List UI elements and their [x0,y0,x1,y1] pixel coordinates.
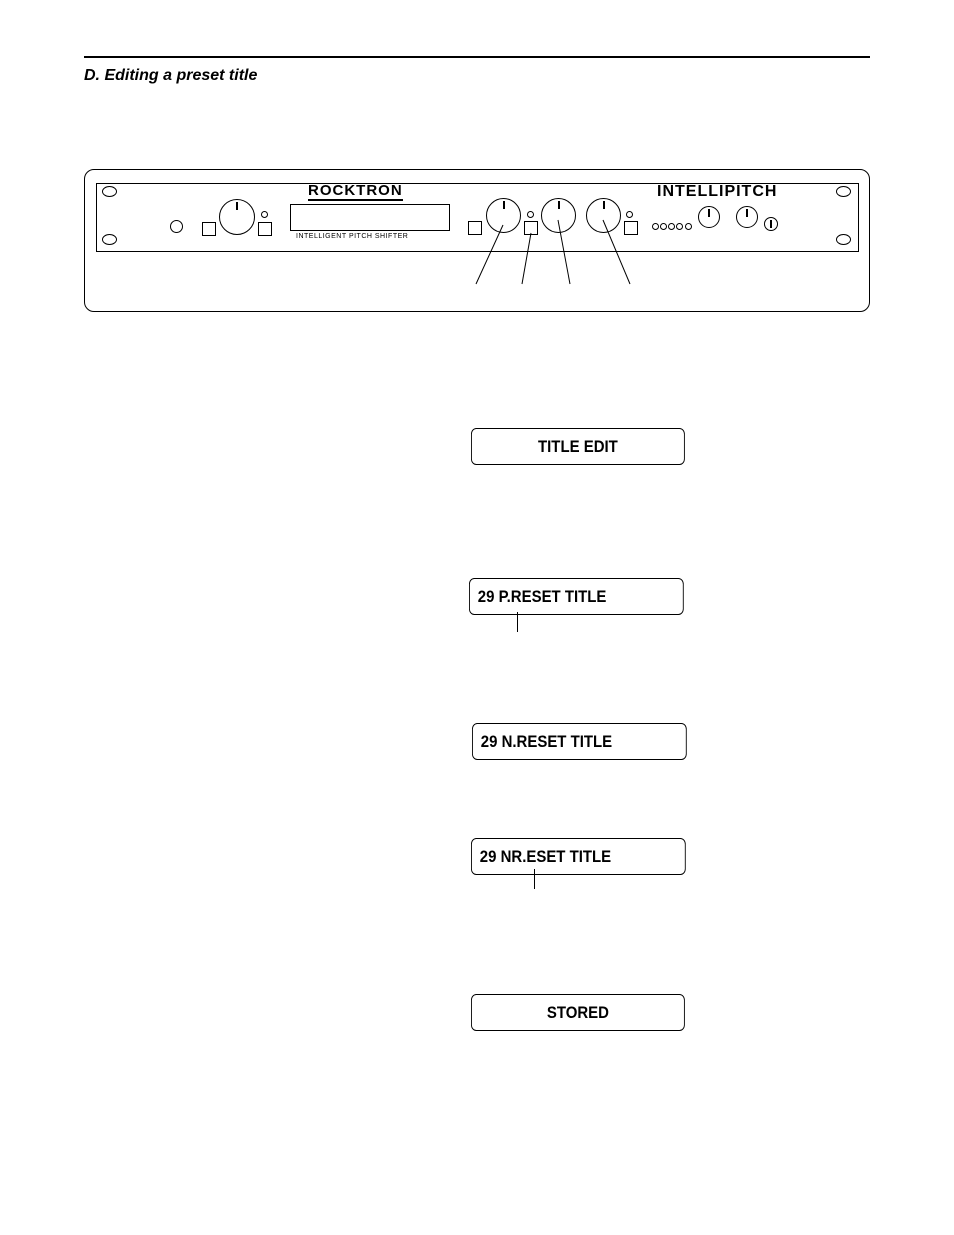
manual-page: D. Editing a preset title ROCKTRON INTEL… [0,0,954,1235]
lcd-display: TITLE EDIT [471,428,685,465]
lcd-text: TITLE EDIT [538,437,618,456]
lcd-display: STORED [471,994,685,1031]
lcd-text: STORED [546,1003,609,1022]
callout-leaders [475,219,631,285]
cursor-indicator [517,612,519,632]
lcd-display: 29 N.RESET TITLE [472,723,687,760]
lcd-display: 29 P.RESET TITLE [469,578,684,615]
lcd-text: 29 N.RESET TITLE [480,732,613,751]
lcd-text: 29 P.RESET TITLE [477,587,607,606]
lcd-display: 29 NR.ESET TITLE [471,838,686,875]
lcd-text: 29 NR.ESET TITLE [479,847,612,866]
cursor-indicator [534,869,536,889]
